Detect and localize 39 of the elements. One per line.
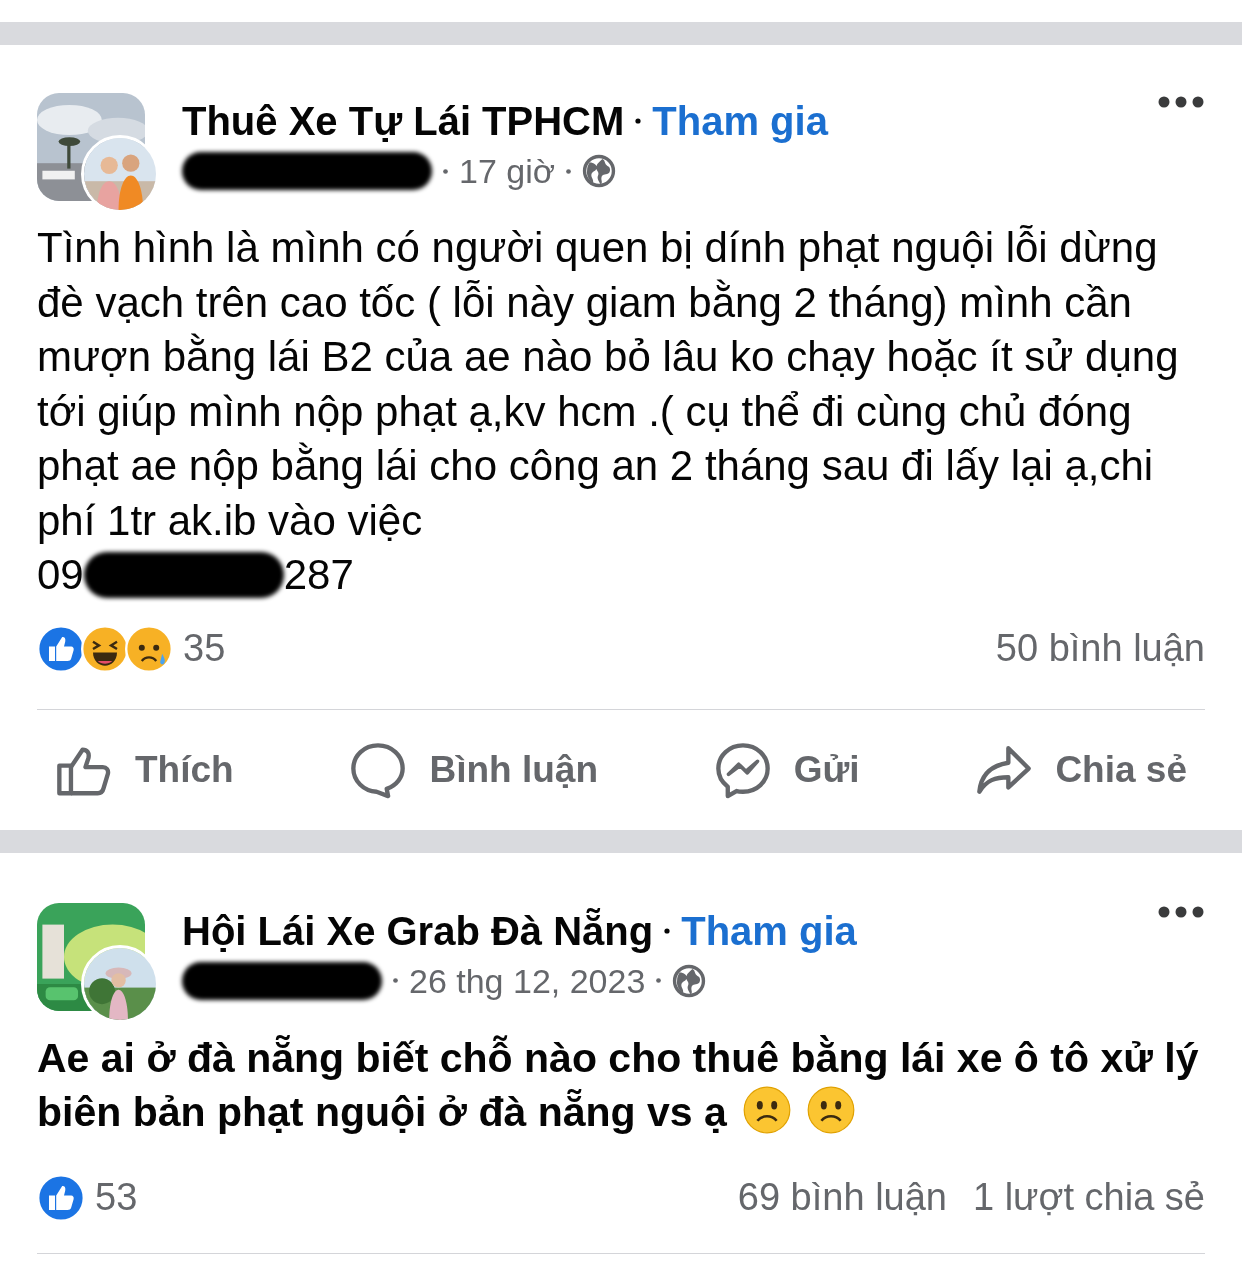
comment-count[interactable]: 50 bình luận	[995, 620, 1205, 677]
separator-dot-icon	[564, 166, 574, 176]
join-link[interactable]: Tham gia	[681, 904, 857, 957]
crying-face-icon	[125, 624, 173, 673]
messenger-icon	[713, 740, 772, 799]
like-button[interactable]: Thích	[55, 740, 234, 799]
post-time: 26 thg 12, 2023	[409, 960, 646, 1002]
globe-icon	[672, 963, 707, 998]
share-button[interactable]: Chia sẻ	[975, 740, 1187, 799]
post-text: Tình hình là mình có người quen bị dính phạt nguội lỗi dừng đè vạch trên cao tốc ( lỗi này giam bằng 2 tháng) mình cần mượn bằng lái B2 của ae nào bỏ lâu ko chạy hoặc ít sử dụng tới giúp mình nộp phạt ạ,kv hcm .( cụ thể đi cùng chủ đóng phạt ae nộp bằng lái cho công an 2 tháng sau đi lấy lại ạ,chi phí 1tr ak.ib vào việc	[37, 223, 1180, 546]
laughing-face-icon	[81, 624, 129, 673]
separator-dot-icon	[654, 976, 664, 985]
send-button[interactable]: Gửi	[713, 740, 860, 799]
separator-dot-icon	[633, 116, 644, 126]
frowning-face-icon	[742, 1086, 791, 1134]
post-text: Ae ai ở đà nẵng biết chỗ nào cho thuê bằng lái xe ô tô xử lý biên bản phạt nguội ở đà nẵng vs ạ	[37, 1033, 1200, 1137]
phone-number-start: 09	[37, 550, 84, 600]
separator-dot-icon	[441, 166, 450, 176]
separator-dot-icon	[662, 925, 673, 936]
speech-bubble-icon	[349, 740, 408, 799]
phone-number-end: 287	[283, 550, 354, 600]
comment-count[interactable]: 69 bình luận	[737, 1169, 947, 1226]
group-name[interactable]: Hội Lái Xe Grab Đà Nẵng	[182, 904, 654, 957]
globe-icon	[582, 154, 617, 188]
like-reaction-icon	[37, 1173, 85, 1222]
more-options-button[interactable]	[1157, 904, 1205, 919]
comment-button[interactable]: Bình luận	[349, 740, 598, 799]
more-options-button[interactable]	[1157, 95, 1205, 109]
group-name[interactable]: Thuê Xe Tự Lái TPHCM	[182, 95, 625, 147]
like-reaction-icon	[37, 624, 85, 673]
share-count[interactable]: 1 lượt chia sẻ	[973, 1169, 1205, 1226]
join-link[interactable]: Tham gia	[652, 95, 828, 147]
more-icon	[1157, 904, 1205, 919]
frowning-face-icon	[806, 1086, 855, 1134]
separator-dot-icon	[391, 976, 400, 985]
reaction-count[interactable]: 35	[183, 620, 226, 677]
reaction-count[interactable]: 53	[95, 1169, 138, 1226]
post-time: 17 giờ	[459, 151, 556, 192]
more-icon	[1157, 95, 1205, 109]
